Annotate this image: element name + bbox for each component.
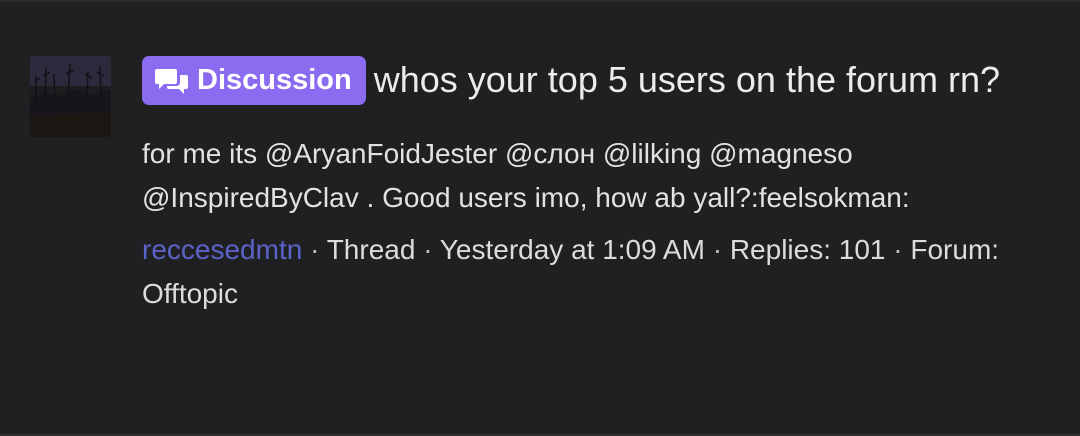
meta-separator: ·: [310, 234, 320, 265]
reply-count: Replies: 101: [729, 234, 886, 265]
meta-separator: ·: [423, 234, 433, 265]
prefix-label: Discussion: [197, 64, 352, 96]
avatar[interactable]: [30, 56, 111, 137]
thread-meta: reccesedmtn · Thread · Yesterday at 1:09…: [142, 228, 1042, 316]
thread-title-line[interactable]: Discussion whos your top 5 users on the f…: [142, 52, 1042, 108]
meta-separator: ·: [893, 234, 903, 265]
prefix-badge[interactable]: Discussion: [142, 56, 366, 105]
meta-separator: ·: [712, 234, 723, 265]
chat-bubbles-icon: [155, 62, 188, 111]
avatar-image: [30, 56, 111, 137]
post-date: Yesterday at 1:09 AM: [439, 234, 705, 265]
thread-list-item[interactable]: Discussion whos your top 5 users on the f…: [0, 0, 1080, 436]
thread-content: Discussion whos your top 5 users on the f…: [142, 52, 1042, 316]
content-type: Thread: [326, 234, 416, 265]
author-link[interactable]: reccesedmtn: [142, 234, 302, 265]
thread-title[interactable]: whos your top 5 users on the forum rn?: [374, 59, 1000, 100]
thread-snippet: for me its @AryanFoidJester @слон @lilki…: [142, 138, 910, 213]
